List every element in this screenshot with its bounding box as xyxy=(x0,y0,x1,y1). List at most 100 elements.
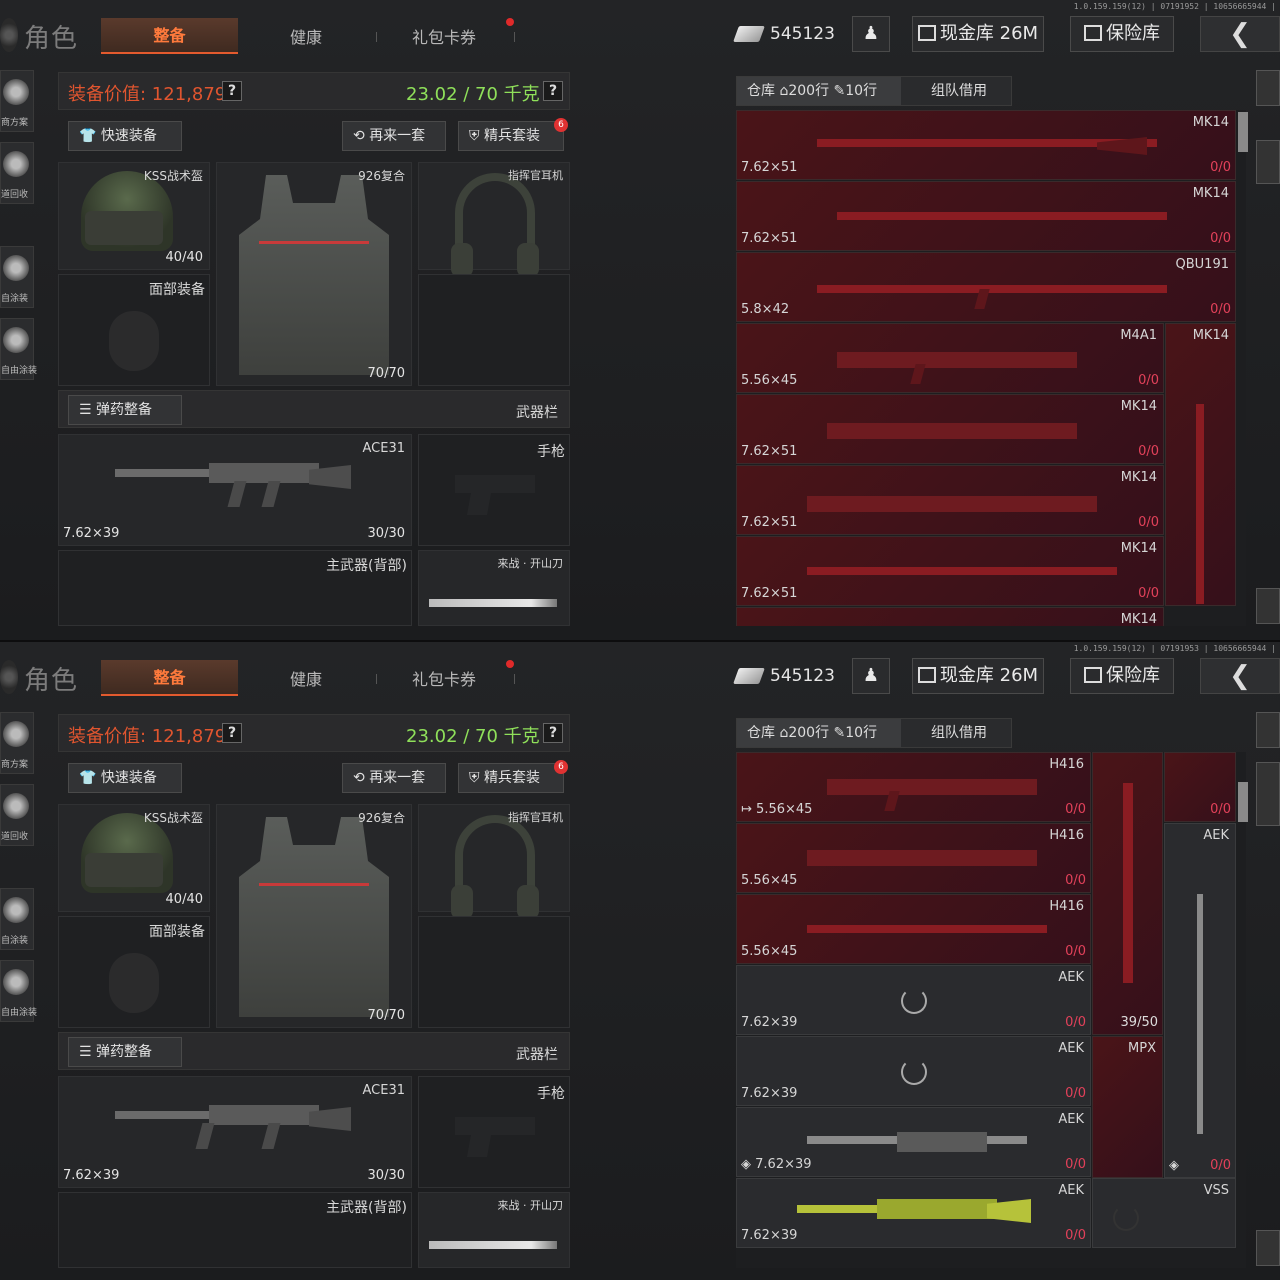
rifle-grip xyxy=(195,1123,215,1149)
player-icon[interactable]: ♟ xyxy=(852,658,890,694)
melee-slot[interactable]: 来战 · 开山刀 xyxy=(418,1192,570,1268)
tab-warehouse[interactable]: 仓库 ⌂200行 ✎10行 xyxy=(737,77,901,105)
item-cell[interactable]: MPX xyxy=(1092,1036,1163,1178)
sidebar-item-plan[interactable]: 商方案 xyxy=(0,712,34,774)
sidebar-item-recycle[interactable]: 道回收 xyxy=(0,784,34,846)
value-help-button[interactable]: ? xyxy=(222,723,242,743)
ammo-button[interactable]: ☰ 弹药整备 xyxy=(68,395,182,425)
sidebar-item-recycle[interactable]: 道回收 xyxy=(0,142,34,204)
helmet-slot[interactable]: KSS战术盔 40/40 xyxy=(58,804,210,912)
weight-help-button[interactable]: ? xyxy=(543,723,563,743)
item-count: 0/0 xyxy=(1065,944,1086,959)
item-cell[interactable]: AEK ◈ 7.62×39 0/0 xyxy=(736,1107,1091,1177)
item-count: 0/0 xyxy=(1065,1086,1086,1101)
item-cell[interactable]: AEK 7.62×39 0/0 xyxy=(736,1178,1091,1248)
item-cell[interactable]: AEK 7.62×39 0/0 xyxy=(736,1036,1091,1106)
vest-slot[interactable]: 926复合 70/70 xyxy=(216,162,412,386)
rifle-icon xyxy=(807,567,1117,575)
item-cell-vertical[interactable]: MK14 xyxy=(1165,323,1236,606)
tab-gift-cards[interactable]: 礼包卡券 xyxy=(412,24,476,48)
side-tab-icon[interactable] xyxy=(1256,762,1280,826)
item-cell[interactable]: MK14 7.62×51 0/0 xyxy=(736,181,1236,251)
sidebar-item-free-paint[interactable]: 自由涂装 xyxy=(0,960,37,1022)
cash-vault-button[interactable]: 现金库 26M xyxy=(912,16,1044,52)
empty-slot[interactable] xyxy=(418,916,570,1028)
primary-weapon-slot[interactable]: ACE31 7.62×39 30/30 xyxy=(58,434,412,546)
primary-weapon-slot[interactable]: ACE31 7.62×39 30/30 xyxy=(58,1076,412,1188)
scrollbar[interactable] xyxy=(1238,782,1248,822)
quick-equip-button[interactable]: 👕 快速装备 xyxy=(68,121,182,151)
sidebar-item-label: 道回收 xyxy=(1,832,29,842)
again-button[interactable]: ⟲ 再来一套 xyxy=(342,763,446,793)
item-cell[interactable]: QBU191 5.8×42 0/0 xyxy=(736,252,1236,322)
player-icon[interactable]: ♟ xyxy=(852,16,890,52)
vest-slot[interactable]: 926复合 70/70 xyxy=(216,804,412,1028)
item-cell[interactable]: H416 5.56×45 0/0 xyxy=(736,823,1091,893)
tab-health[interactable]: 健康 xyxy=(290,24,322,48)
sidebar-item-free-paint[interactable]: 自由涂装 xyxy=(0,318,37,380)
value-help-button[interactable]: ? xyxy=(222,81,242,101)
empty-slot[interactable] xyxy=(418,274,570,386)
helmet-slot[interactable]: KSS战术盔 40/40 xyxy=(58,162,210,270)
again-button[interactable]: ⟲ 再来一套 xyxy=(342,121,446,151)
pistol-slot[interactable]: 手枪 xyxy=(418,1076,570,1188)
sidebar-item-paint[interactable]: 自涂装 xyxy=(0,888,34,950)
melee-slot[interactable]: 来战 · 开山刀 xyxy=(418,550,570,626)
ammo-button[interactable]: ☰ 弹药整备 xyxy=(68,1037,182,1067)
item-cell-vertical[interactable]: AEK ◈ 0/0 xyxy=(1164,823,1236,1178)
back-weapon-slot[interactable]: 主武器(背部) xyxy=(58,1192,412,1268)
item-cell[interactable]: MK14 xyxy=(736,607,1164,626)
item-cell[interactable]: M4A1 5.56×45 0/0 xyxy=(736,323,1164,393)
tab-team-borrow[interactable]: 组队借用 xyxy=(931,719,987,747)
machete-icon xyxy=(429,1241,557,1249)
tab-loadout[interactable]: 整备 xyxy=(101,18,238,54)
item-name: VSS xyxy=(1203,1183,1229,1198)
face-slot[interactable]: 面部装备 xyxy=(58,916,210,1028)
pistol-icon xyxy=(455,1117,535,1157)
image-icon xyxy=(917,667,936,683)
pistol-slot[interactable]: 手枪 xyxy=(418,434,570,546)
item-cell[interactable]: VSS xyxy=(1092,1178,1236,1248)
item-caliber: 7.62×51 xyxy=(741,586,798,601)
headset-slot[interactable]: 指挥官耳机 xyxy=(418,804,570,919)
sidebar-item-label: 自涂装 xyxy=(1,294,29,304)
elite-set-button[interactable]: ⛨ 精兵套装 xyxy=(458,763,564,793)
item-cell[interactable]: MK14 7.62×51 0/0 xyxy=(736,110,1236,180)
item-cell[interactable]: MK14 7.62×51 0/0 xyxy=(736,536,1164,606)
item-cell[interactable]: H416 ↦ 5.56×45 0/0 xyxy=(736,752,1091,822)
tab-loadout[interactable]: 整备 xyxy=(101,660,238,696)
safe-vault-button[interactable]: 保险库 xyxy=(1070,16,1174,52)
headset-slot[interactable]: 指挥官耳机 xyxy=(418,162,570,277)
item-cell[interactable]: 0/0 xyxy=(1164,752,1236,822)
side-tab-icon[interactable] xyxy=(1256,70,1280,106)
scrollbar[interactable] xyxy=(1238,112,1248,152)
quick-equip-button[interactable]: 👕 快速装备 xyxy=(68,763,182,793)
sidebar-item-plan[interactable]: 商方案 xyxy=(0,70,34,132)
cash-vault-label: 现金库 26M xyxy=(939,665,1039,686)
back-button[interactable]: ❮ xyxy=(1200,658,1280,694)
item-cell[interactable]: AEK 7.62×39 0/0 xyxy=(736,965,1091,1035)
sidebar-item-paint[interactable]: 自涂装 xyxy=(0,246,34,308)
elite-set-button[interactable]: ⛨ 精兵套装 xyxy=(458,121,564,151)
item-cell[interactable]: MK14 7.62×51 0/0 xyxy=(736,465,1164,535)
item-caliber: 7.62×39 xyxy=(741,1015,798,1030)
tab-warehouse[interactable]: 仓库 ⌂200行 ✎10行 xyxy=(737,719,901,747)
side-tab-icon[interactable] xyxy=(1256,588,1280,624)
rows-label: 200行 xyxy=(788,725,830,741)
tab-health[interactable]: 健康 xyxy=(290,666,322,690)
shirt-icon: 👕 xyxy=(79,128,97,144)
item-cell[interactable]: H416 5.56×45 0/0 xyxy=(736,894,1091,964)
side-tab-icon[interactable] xyxy=(1256,140,1280,184)
item-cell-vertical[interactable]: 39/50 xyxy=(1092,752,1163,1035)
cash-vault-button[interactable]: 现金库 26M xyxy=(912,658,1044,694)
side-tab-icon[interactable] xyxy=(1256,1230,1280,1266)
safe-vault-button[interactable]: 保险库 xyxy=(1070,658,1174,694)
back-button[interactable]: ❮ xyxy=(1200,16,1280,52)
tab-team-borrow[interactable]: 组队借用 xyxy=(931,77,987,105)
face-slot[interactable]: 面部装备 xyxy=(58,274,210,386)
tab-gift-cards[interactable]: 礼包卡券 xyxy=(412,666,476,690)
back-weapon-slot[interactable]: 主武器(背部) xyxy=(58,550,412,626)
item-cell[interactable]: MK14 7.62×51 0/0 xyxy=(736,394,1164,464)
weight-help-button[interactable]: ? xyxy=(543,81,563,101)
side-tab-icon[interactable] xyxy=(1256,712,1280,748)
